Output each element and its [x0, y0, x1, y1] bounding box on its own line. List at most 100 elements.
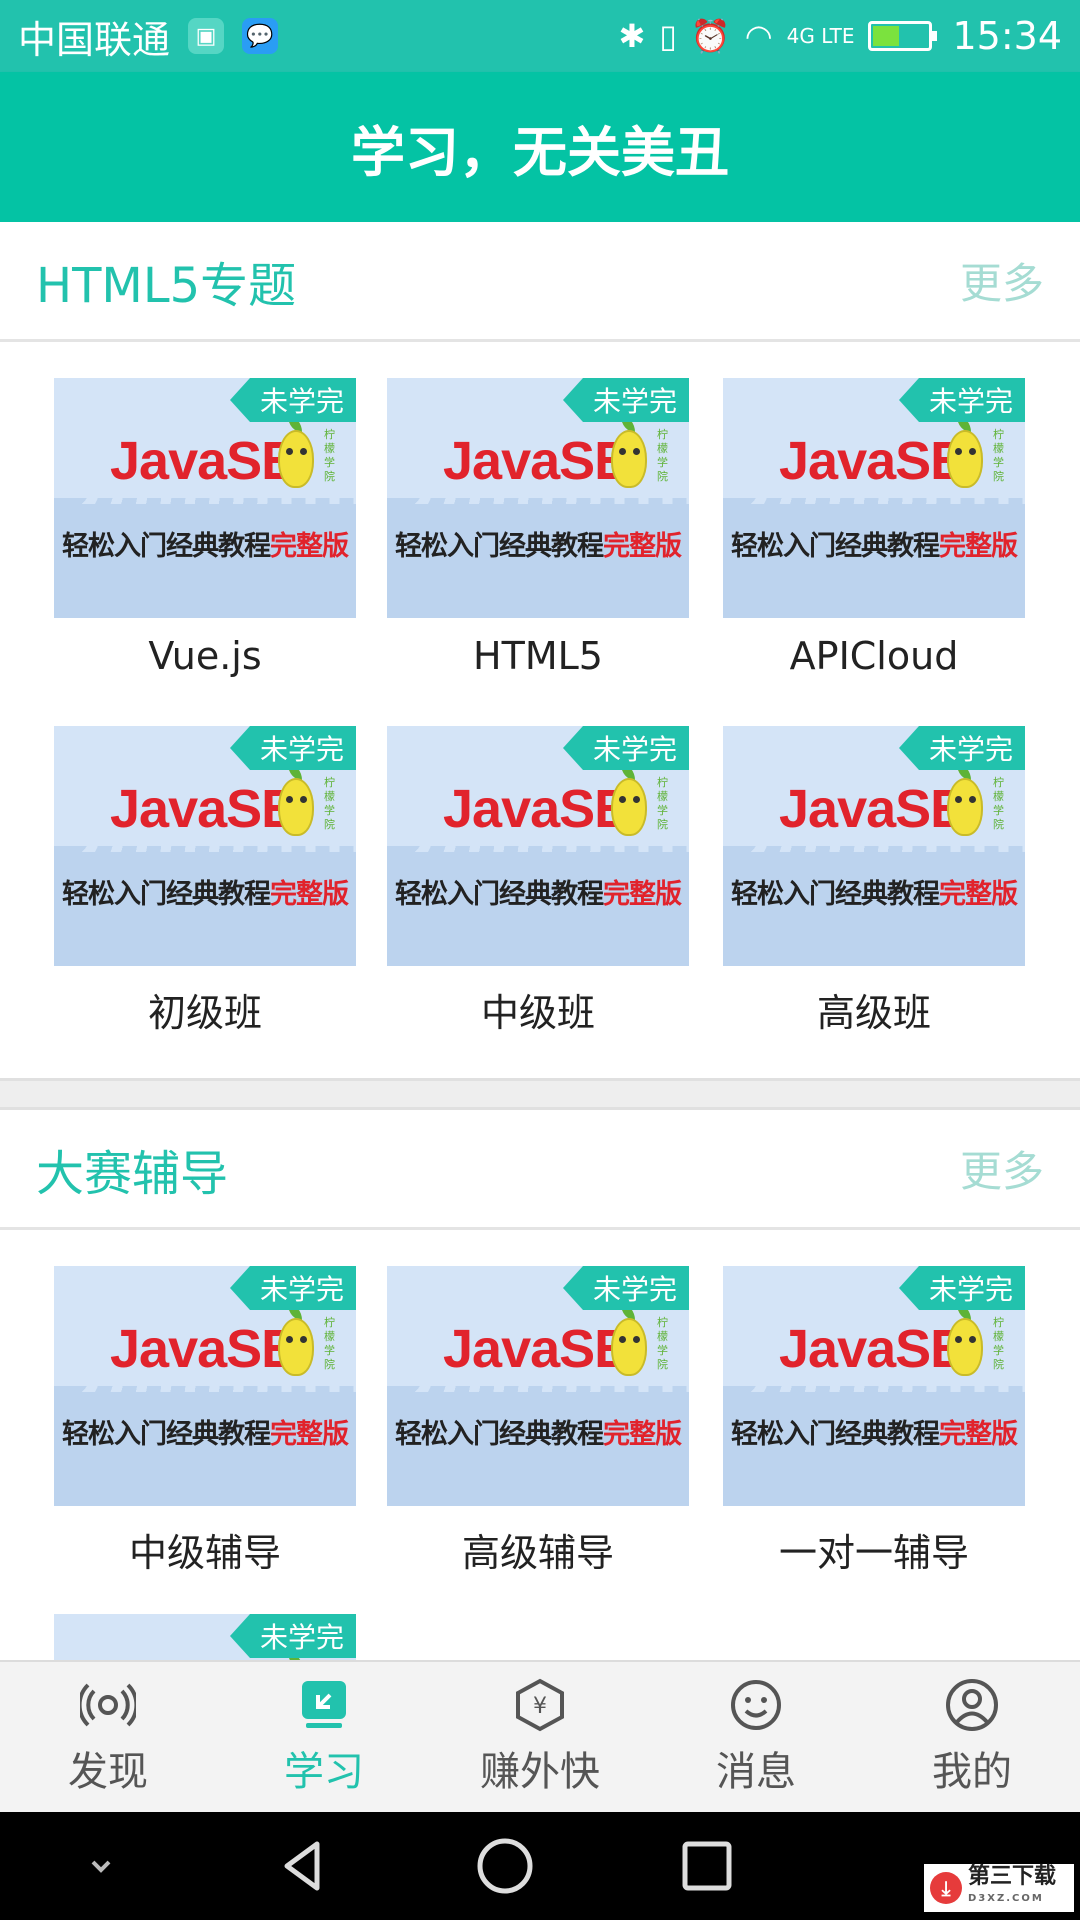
watermark-title: 第三下载 — [968, 1864, 1057, 1889]
thumbnail-subtitle: 轻松入门经典教程完整版 — [54, 524, 356, 563]
collapse-chevron-icon[interactable] — [61, 1826, 141, 1906]
course-title: 一对一辅导 — [778, 1531, 969, 1575]
course-card[interactable]: JavaSE 柠檬学院 轻松入门经典教程完整版 未学完 HTML5 — [387, 378, 689, 678]
watermark-logo-icon: ⤓ — [930, 1872, 962, 1904]
section-header: 大赛辅导 更多 — [0, 1110, 1080, 1230]
subtitle-highlight: 完整版 — [603, 531, 682, 562]
course-title: Vue.js — [148, 634, 262, 678]
thumbnail-side-text: 柠檬学院 — [324, 776, 335, 831]
subtitle-highlight: 完整版 — [270, 879, 349, 910]
course-card[interactable]: JavaSE 柠檬学院 轻松入门经典教程完整版 未学完 高级辅导 — [387, 1266, 689, 1577]
status-bar: 中国联通 ▣ 💬 ✱ ▯ ⏰ ◠ 4G LTE 15:34 — [0, 0, 1080, 72]
course-thumbnail: JavaSE柠檬学院轻松入门经典教程完整版未学完 — [54, 378, 356, 618]
svg-text:¥: ¥ — [533, 1694, 547, 1719]
section-title: 大赛辅导 — [36, 1145, 229, 1202]
watermark-sub: D3XZ.COM — [968, 1893, 1044, 1904]
course-title: HTML5 — [473, 634, 603, 678]
home-icon[interactable] — [465, 1826, 545, 1906]
course-card[interactable]: JavaSE 柠檬学院 轻松入门经典教程完整版 未学完 高级班 — [723, 726, 1025, 1037]
tab-messages[interactable]: 消息 — [648, 1662, 864, 1812]
carrier-name: 中国联通 — [18, 17, 171, 62]
subtitle-plain: 轻松入门经典教程 — [731, 531, 940, 562]
smiley-icon — [728, 1677, 784, 1733]
course-card[interactable]: JavaSE 柠檬学院 轻松入门经典教程完整版 未学完 APICloud — [723, 378, 1025, 678]
course-card[interactable]: JavaSE柠檬学院轻松入门经典教程完整版未学完 — [54, 1614, 356, 1660]
thumbnail-subtitle: 轻松入门经典教程完整版 — [387, 524, 689, 563]
page-title: 学习，无关美丑 — [351, 120, 729, 184]
course-card[interactable]: JavaSE 柠檬学院 轻松入门经典教程完整版 未学完 一对一辅导 — [723, 1266, 1025, 1577]
vibrate-icon: ▯ — [659, 17, 677, 55]
thumbnail-side-text: 柠檬学院 — [993, 1316, 1004, 1371]
thumbnail-subtitle: 轻松入门经典教程完整版 — [723, 872, 1025, 911]
tab-me[interactable]: 我的 — [864, 1662, 1080, 1812]
thumbnail-headline: JavaSE — [779, 779, 966, 839]
back-icon[interactable] — [263, 1826, 343, 1906]
subtitle-plain: 轻松入门经典教程 — [731, 1419, 940, 1450]
course-thumbnail: JavaSE柠檬学院轻松入门经典教程完整版未学完 — [723, 726, 1025, 966]
course-title: 中级班 — [480, 991, 595, 1035]
course-thumbnail: JavaSE柠檬学院轻松入门经典教程完整版未学完 — [54, 726, 356, 966]
lemon-mascot-icon — [278, 430, 314, 488]
status-badge: 未学完 — [563, 726, 689, 770]
lemon-mascot-icon — [611, 430, 647, 488]
battery-icon — [868, 21, 938, 51]
subtitle-plain: 轻松入门经典教程 — [62, 1419, 271, 1450]
section-html5: HTML5专题 更多 JavaSE 柠檬学院 轻松入门经典教程完整版 未学完 Vue.j… — [0, 222, 1080, 1078]
subtitle-highlight: 完整版 — [603, 879, 682, 910]
course-card[interactable]: JavaSE 柠檬学院 轻松入门经典教程完整版 未学完 中级辅导 — [54, 1266, 356, 1577]
course-card[interactable]: JavaSE 柠檬学院 轻松入门经典教程完整版 未学完 中级班 — [387, 726, 689, 1037]
course-thumbnail: JavaSE柠檬学院轻松入门经典教程完整版未学完 — [723, 378, 1025, 618]
status-badge: 未学完 — [899, 1266, 1025, 1310]
course-thumbnail: JavaSE柠檬学院轻松入门经典教程完整版未学完 — [387, 726, 689, 966]
more-link[interactable]: 更多 — [960, 250, 1044, 311]
tab-label: 赚外快 — [480, 1749, 600, 1795]
android-notification-icon: ▣ — [188, 18, 225, 54]
status-badge: 未学完 — [563, 1266, 689, 1310]
wifi-icon: ◠ — [744, 17, 773, 55]
lemon-mascot-icon — [278, 778, 314, 836]
alarm-icon: ⏰ — [690, 17, 731, 55]
signal-icon: 4G LTE — [786, 24, 855, 48]
course-title: APICloud — [789, 634, 959, 678]
lemon-mascot-icon — [611, 1318, 647, 1376]
system-nav-bar — [0, 1812, 1080, 1920]
thumbnail-headline: JavaSE — [443, 1319, 630, 1379]
course-thumbnail: JavaSE柠檬学院轻松入门经典教程完整版未学完 — [723, 1266, 1025, 1506]
subtitle-plain: 轻松入门经典教程 — [731, 879, 940, 910]
thumbnail-side-text: 柠檬学院 — [324, 428, 335, 483]
lemon-mascot-icon — [947, 778, 983, 836]
bluetooth-icon: ✱ — [618, 17, 646, 55]
thumbnail-headline: JavaSE — [779, 1319, 966, 1379]
thumbnail-side-text: 柠檬学院 — [324, 1316, 335, 1371]
course-card[interactable]: JavaSE 柠檬学院 轻松入门经典教程完整版 未学完 初级班 — [54, 726, 356, 1037]
subtitle-plain: 轻松入门经典教程 — [62, 531, 271, 562]
study-icon — [296, 1677, 352, 1733]
status-badge: 未学完 — [899, 726, 1025, 770]
course-thumbnail: JavaSE柠檬学院轻松入门经典教程完整版未学完 — [54, 1614, 356, 1660]
subtitle-plain: 轻松入门经典教程 — [395, 1419, 604, 1450]
yuan-hexagon-icon: ¥ — [512, 1677, 568, 1733]
subtitle-highlight: 完整版 — [603, 1419, 682, 1450]
subtitle-plain: 轻松入门经典教程 — [395, 531, 604, 562]
status-badge: 未学完 — [230, 1266, 356, 1310]
section-title: HTML5专题 — [36, 257, 297, 314]
lemon-mascot-icon — [278, 1318, 314, 1376]
course-thumbnail: JavaSE柠檬学院轻松入门经典教程完整版未学完 — [387, 1266, 689, 1506]
subtitle-highlight: 完整版 — [939, 879, 1018, 910]
more-link[interactable]: 更多 — [960, 1138, 1044, 1199]
tab-label: 发现 — [68, 1749, 148, 1795]
thumbnail-headline: JavaSE — [443, 779, 630, 839]
lemon-mascot-icon — [611, 778, 647, 836]
recents-icon[interactable] — [667, 1826, 747, 1906]
course-thumbnail: JavaSE柠檬学院轻松入门经典教程完整版未学完 — [387, 378, 689, 618]
tab-earn[interactable]: ¥ 赚外快 — [432, 1662, 648, 1812]
thumbnail-headline: JavaSE — [110, 1319, 297, 1379]
status-icons: ✱ ▯ ⏰ ◠ 4G LTE 15:34 — [618, 14, 1062, 58]
status-badge: 未学完 — [230, 378, 356, 422]
subtitle-plain: 轻松入门经典教程 — [62, 879, 271, 910]
course-card[interactable]: JavaSE 柠檬学院 轻松入门经典教程完整版 未学完 Vue.js — [54, 378, 356, 678]
course-title: 中级辅导 — [128, 1531, 281, 1575]
tab-discover[interactable]: 发现 — [0, 1662, 216, 1812]
app-header: 学习，无关美丑 — [0, 72, 1080, 222]
tab-study[interactable]: 学习 — [216, 1662, 432, 1812]
